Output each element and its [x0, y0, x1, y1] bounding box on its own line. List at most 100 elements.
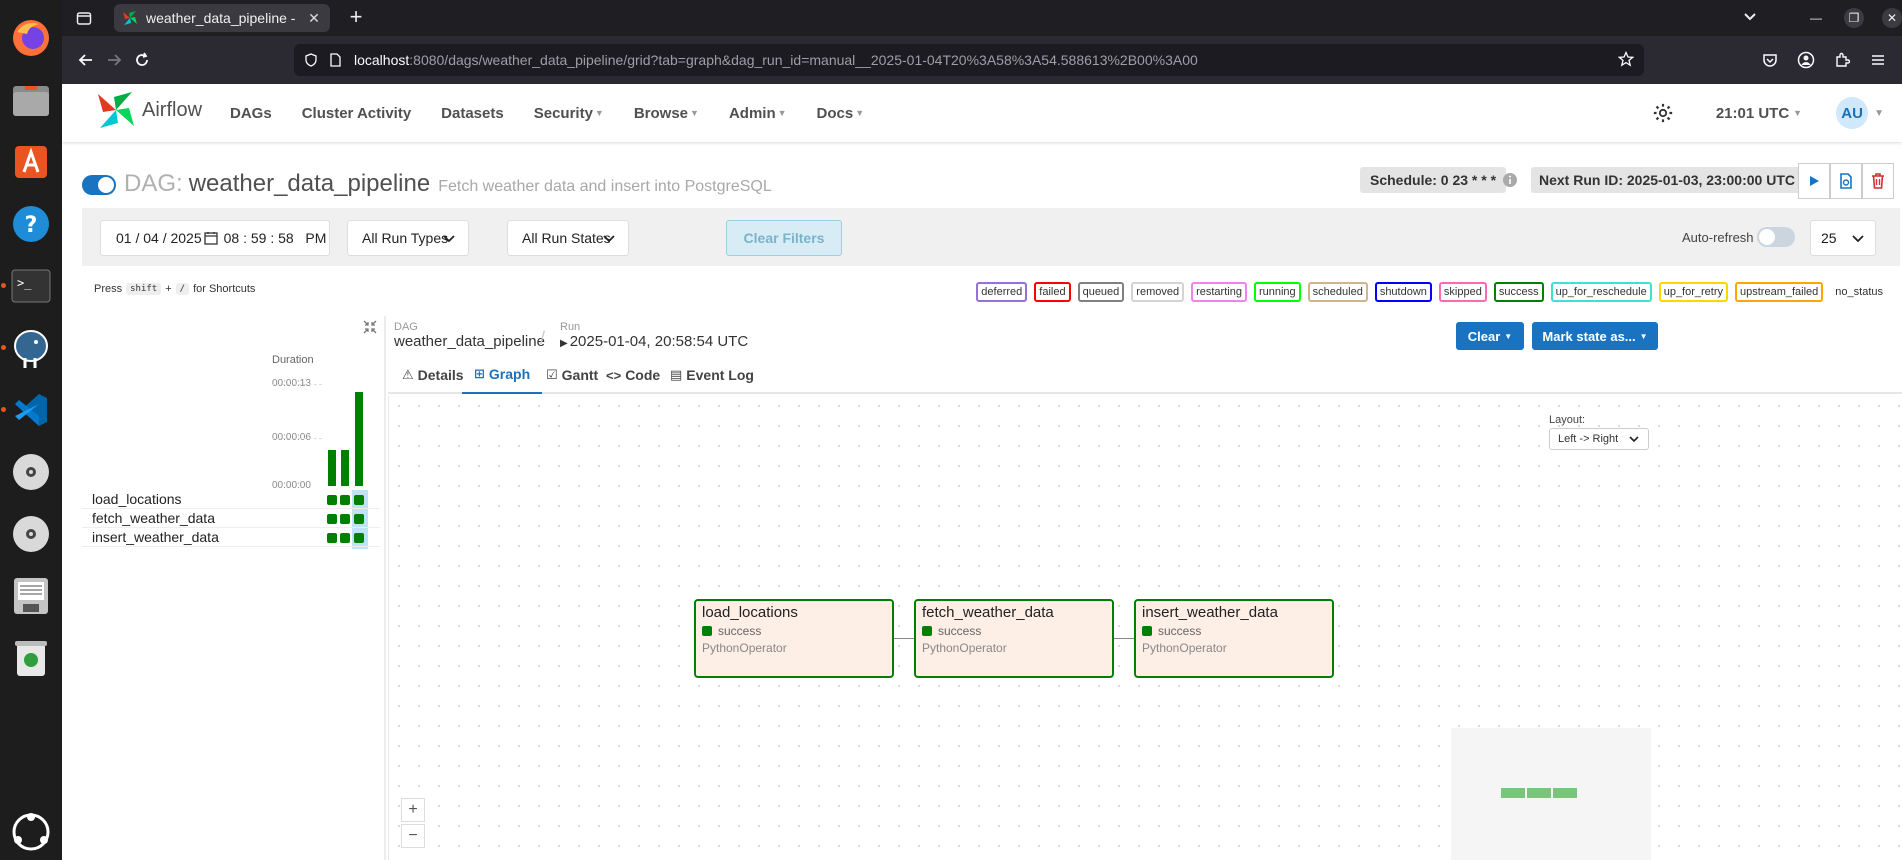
legend-up-for-reschedule[interactable]: up_for_reschedule [1550, 282, 1652, 302]
run-duration-bar[interactable] [341, 449, 349, 486]
task-instance-success[interactable] [340, 495, 350, 505]
chevron-down-icon[interactable] [1742, 8, 1758, 27]
gear-icon[interactable] [1652, 102, 1674, 124]
menu-datasets[interactable]: Datasets [441, 105, 504, 122]
legend-restarting[interactable]: restarting [1191, 282, 1247, 302]
caret-down-icon[interactable]: ▼ [1874, 108, 1884, 119]
close-tab-icon[interactable]: ✕ [306, 10, 322, 27]
files-icon[interactable] [7, 76, 55, 124]
menu-cluster-activity[interactable]: Cluster Activity [302, 105, 411, 122]
extensions-icon[interactable] [1830, 48, 1854, 72]
show-apps-icon[interactable] [11, 812, 51, 852]
avatar[interactable]: AU [1836, 97, 1869, 129]
task-instance-success[interactable] [354, 533, 364, 543]
legend-removed[interactable]: removed [1131, 282, 1185, 302]
forward-icon[interactable] [102, 48, 126, 72]
restore-icon[interactable]: ❐ [1844, 8, 1864, 28]
browser-tab[interactable]: weather_data_pipeline - ✕ [114, 4, 330, 32]
task-node[interactable]: load_locations success PythonOperator [694, 599, 894, 678]
legend-up-for-retry[interactable]: up_for_retry [1658, 282, 1729, 302]
task-instance-success[interactable] [340, 514, 350, 524]
app-center-icon[interactable] [7, 138, 55, 186]
legend-scheduled[interactable]: scheduled [1307, 282, 1368, 302]
disc-icon[interactable] [7, 448, 55, 496]
menu-admin[interactable]: Admin ▼ [729, 105, 787, 122]
legend-failed[interactable]: failed [1034, 282, 1071, 302]
calendar-icon[interactable] [203, 231, 218, 245]
delete-dag-button[interactable] [1862, 163, 1894, 199]
text-editor-icon[interactable] [7, 572, 55, 620]
menu-security[interactable]: Security ▼ [534, 105, 604, 122]
terminal-icon[interactable]: >_ [1, 262, 55, 310]
dag-pause-toggle[interactable] [82, 175, 116, 195]
help-icon[interactable]: ? [7, 200, 55, 248]
hamburger-menu-icon[interactable] [1866, 48, 1890, 72]
back-icon[interactable] [74, 48, 98, 72]
disc-icon-2[interactable] [7, 510, 55, 558]
task-instance-success[interactable] [354, 495, 364, 505]
shield-icon[interactable] [304, 53, 318, 67]
legend-shutdown[interactable]: shutdown [1374, 282, 1432, 302]
pgadmin-elephant-icon[interactable] [1, 324, 55, 372]
menu-docs[interactable]: Docs ▼ [817, 105, 865, 122]
airflow-logo[interactable]: Airflow [96, 90, 202, 130]
account-icon[interactable] [1794, 48, 1818, 72]
auto-refresh-toggle[interactable] [1757, 227, 1795, 247]
trash-icon[interactable] [7, 634, 55, 682]
run-states-select[interactable]: All Run States [507, 220, 629, 256]
num-runs-select[interactable]: 25 [1810, 220, 1876, 256]
run-duration-bar[interactable] [328, 449, 336, 486]
task-instance-success[interactable] [327, 495, 337, 505]
legend-running[interactable]: running [1253, 282, 1301, 302]
collapse-icon[interactable] [363, 320, 377, 334]
graph-minimap[interactable] [1451, 728, 1651, 860]
run-duration-bar[interactable] [355, 392, 363, 486]
close-window-icon[interactable]: ✕ [1882, 8, 1902, 28]
dag-name[interactable]: weather_data_pipeline [189, 170, 431, 198]
base-date-input[interactable]: 01 / 04 / 2025 08 : 59 : 58 PM [100, 220, 330, 256]
menu-dags[interactable]: DAGs [230, 105, 272, 122]
legend-no-status[interactable]: no_status [1830, 282, 1888, 302]
tab-event-log[interactable]: ▤ Event Log [658, 356, 766, 394]
clear-run-button[interactable]: Clear ▼ [1456, 322, 1524, 350]
legend-deferred[interactable]: deferred [976, 282, 1028, 302]
reload-icon[interactable] [130, 48, 154, 72]
utc-time-menu[interactable]: 21:01 UTC ▼ [1716, 105, 1802, 122]
tab-graph[interactable]: ⊞ Graph [462, 356, 543, 394]
task-node[interactable]: insert_weather_data success PythonOperator [1134, 599, 1334, 678]
task-instance-success[interactable] [340, 533, 350, 543]
legend-queued[interactable]: queued [1077, 282, 1125, 302]
task-row[interactable]: load_locations [82, 490, 380, 509]
task-node[interactable]: fetch_weather_data success PythonOperator [914, 599, 1114, 678]
bookmark-star-icon[interactable] [1618, 51, 1634, 67]
task-instance-success[interactable] [354, 514, 364, 524]
minimize-icon[interactable]: — [1806, 8, 1826, 28]
task-row[interactable]: fetch_weather_data [82, 509, 380, 528]
panel-divider[interactable] [384, 316, 386, 860]
firefox-icon[interactable] [7, 14, 55, 62]
task-instance-success[interactable] [327, 533, 337, 543]
new-tab-icon[interactable]: + [344, 6, 368, 30]
breadcrumb-run[interactable]: ▶ 2025-01-04, 20:58:54 UTC [560, 333, 748, 350]
vscode-icon[interactable] [1, 386, 55, 434]
info-icon[interactable] [1502, 172, 1518, 188]
menu-browse[interactable]: Browse ▼ [634, 105, 699, 122]
tab-list-icon[interactable] [72, 6, 96, 30]
zoom-out-button[interactable]: − [401, 824, 425, 848]
url-bar[interactable]: localhost:8080/dags/weather_data_pipelin… [294, 44, 1644, 76]
breadcrumb-dag[interactable]: weather_data_pipeline [394, 333, 545, 350]
zoom-in-button[interactable]: + [401, 798, 425, 822]
pocket-icon[interactable] [1758, 48, 1782, 72]
page-icon[interactable] [328, 53, 342, 67]
run-types-select[interactable]: All Run Types [347, 220, 469, 256]
task-row[interactable]: insert_weather_data [82, 528, 380, 547]
graph-canvas[interactable]: Layout: Left -> Right load_locations succ… [388, 396, 1902, 860]
legend-upstream-failed[interactable]: upstream_failed [1735, 282, 1824, 302]
clear-filters-button[interactable]: Clear Filters [726, 220, 842, 256]
task-instance-success[interactable] [327, 514, 337, 524]
legend-skipped[interactable]: skipped [1438, 282, 1487, 302]
mark-state-button[interactable]: Mark state as... ▼ [1532, 322, 1658, 350]
trigger-dag-button[interactable] [1798, 163, 1830, 199]
legend-success[interactable]: success [1493, 282, 1544, 302]
parse-dag-button[interactable] [1830, 163, 1862, 199]
